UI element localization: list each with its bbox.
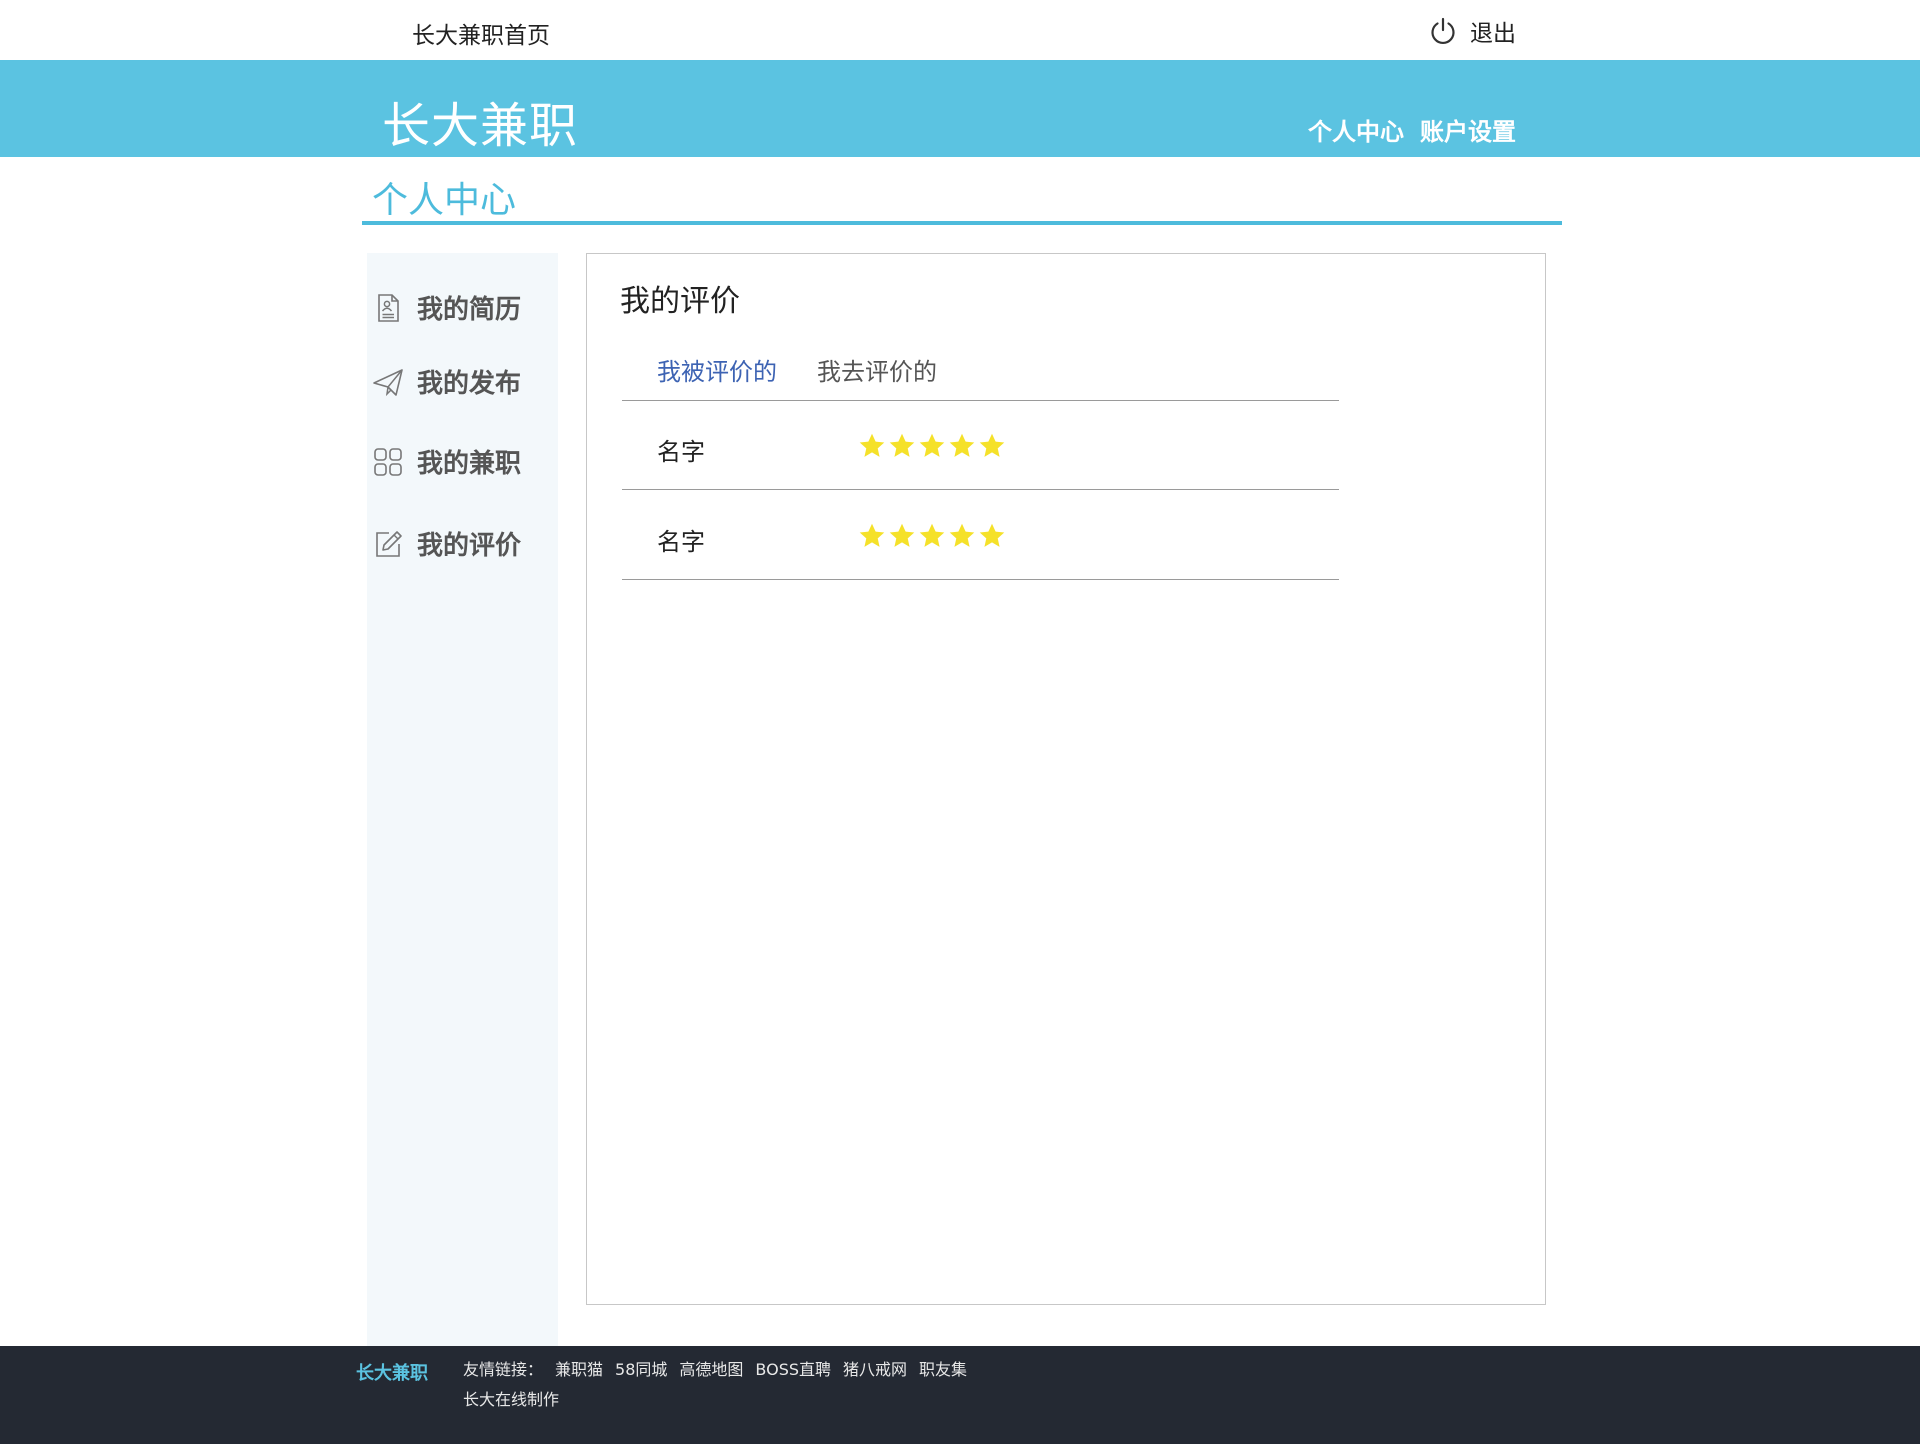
sidebar-item-reviews[interactable]: 我的评价 <box>371 525 521 562</box>
logout-label: 退出 <box>1470 21 1516 47</box>
star-icon <box>859 433 885 457</box>
reviews-panel: 我的评价 我被评价的 我去评价的 名字 名字 <box>586 253 1546 1305</box>
brand-logo[interactable]: 长大兼职 <box>382 86 578 156</box>
power-icon <box>1428 16 1458 46</box>
tab-reviewed-by-others[interactable]: 我被评价的 <box>657 352 777 387</box>
tab-my-reviews-given[interactable]: 我去评价的 <box>817 352 937 387</box>
friend-link[interactable]: 58同城 <box>615 1356 667 1380</box>
star-icon <box>949 523 975 547</box>
page-title: 个人中心 <box>372 180 517 221</box>
star-icon <box>919 433 945 457</box>
friend-link[interactable]: 兼职猫 <box>555 1356 603 1380</box>
sidebar-item-resume[interactable]: 我的简历 <box>371 289 521 326</box>
resume-icon <box>371 291 405 325</box>
footer-brand: 长大兼职 <box>356 1363 428 1384</box>
review-row: 名字 <box>622 490 1339 580</box>
nav-account-settings[interactable]: 账户设置 <box>1420 112 1516 147</box>
edit-icon <box>371 527 405 561</box>
friend-links-label: 友情链接： <box>463 1360 544 1379</box>
header-nav: 个人中心 账户设置 <box>1308 112 1516 147</box>
star-rating <box>858 432 1006 460</box>
title-divider <box>362 221 1562 225</box>
star-icon <box>919 523 945 547</box>
reviewer-name: 名字 <box>657 438 705 466</box>
friend-link[interactable]: 高德地图 <box>679 1356 743 1380</box>
paper-plane-icon <box>371 365 405 399</box>
top-bar: 长大兼职首页 退出 <box>0 0 1920 60</box>
friend-link[interactable]: 猪八戒网 <box>843 1356 907 1380</box>
review-row: 名字 <box>622 400 1339 490</box>
reviewer-name: 名字 <box>657 528 705 556</box>
friend-links: 友情链接： 兼职猫 58同城 高德地图 BOSS直聘 猪八戒网 职友集 <box>463 1356 967 1380</box>
grid-icon <box>371 445 405 479</box>
star-icon <box>979 523 1005 547</box>
star-icon <box>949 433 975 457</box>
star-rating <box>858 522 1006 550</box>
sidebar: 我的简历 我的发布 我的兼职 我的评价 <box>367 253 558 1346</box>
nav-personal-center[interactable]: 个人中心 <box>1308 112 1404 147</box>
star-icon <box>859 523 885 547</box>
star-icon <box>889 433 915 457</box>
footer-credit: 长大在线制作 <box>463 1390 560 1409</box>
friend-link[interactable]: 职友集 <box>919 1356 967 1380</box>
friend-link[interactable]: BOSS直聘 <box>755 1356 831 1380</box>
sidebar-item-posts[interactable]: 我的发布 <box>371 363 521 400</box>
star-icon <box>979 433 1005 457</box>
sidebar-item-label: 我的评价 <box>417 531 522 561</box>
home-link[interactable]: 长大兼职首页 <box>412 16 550 50</box>
sidebar-item-label: 我的简历 <box>417 295 522 325</box>
sidebar-item-jobs[interactable]: 我的兼职 <box>371 443 521 480</box>
footer: 长大兼职 友情链接： 兼职猫 58同城 高德地图 BOSS直聘 猪八戒网 职友集… <box>0 1346 1920 1444</box>
panel-title: 我的评价 <box>620 284 740 319</box>
star-icon <box>889 523 915 547</box>
sidebar-item-label: 我的兼职 <box>417 449 522 479</box>
logout-button[interactable]: 退出 <box>1428 14 1516 48</box>
header: 长大兼职 个人中心 账户设置 <box>0 60 1920 157</box>
sidebar-item-label: 我的发布 <box>417 369 522 399</box>
review-tabs: 我被评价的 我去评价的 <box>622 352 1339 401</box>
